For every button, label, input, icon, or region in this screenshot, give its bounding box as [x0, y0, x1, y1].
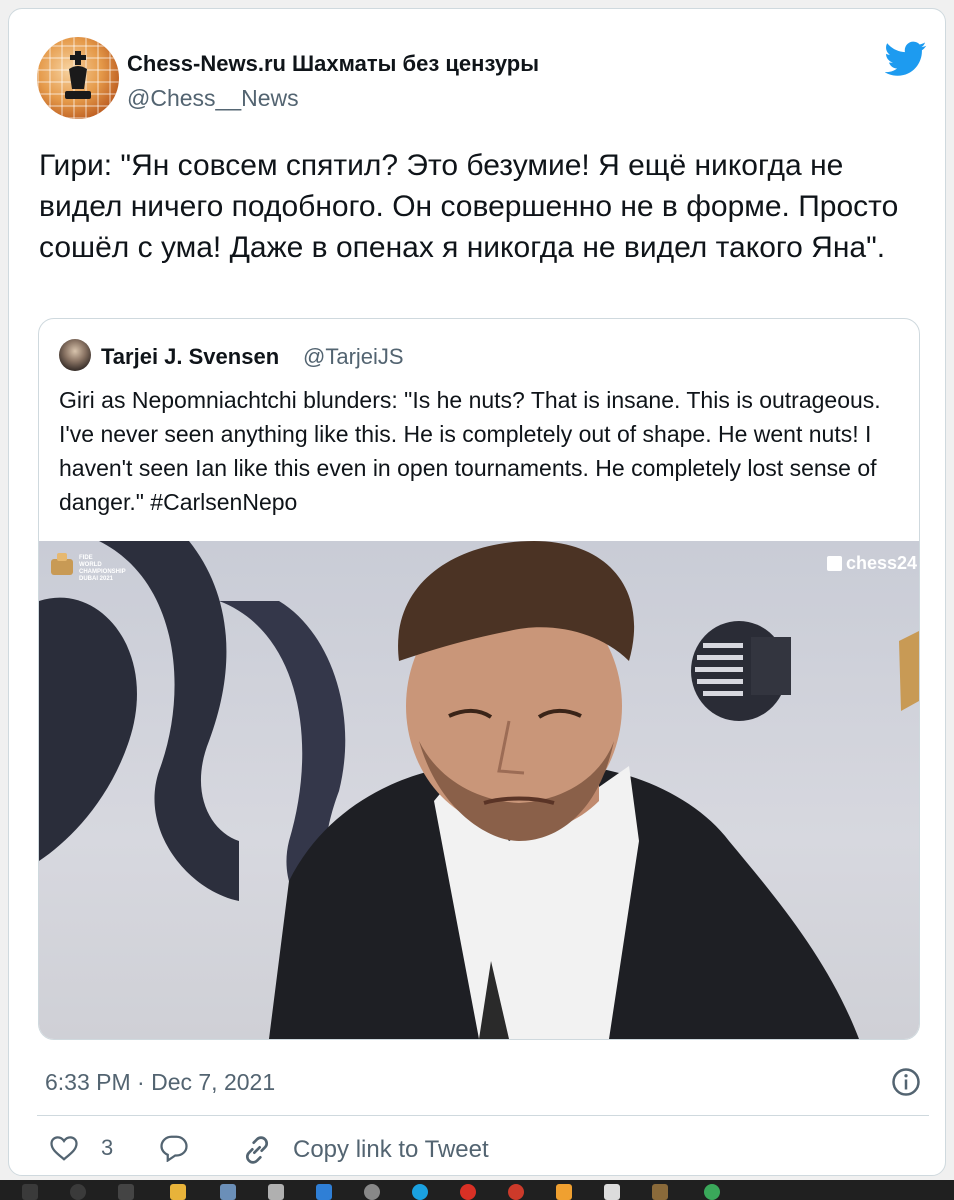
app-icon[interactable]	[220, 1184, 236, 1200]
author-handle[interactable]: @Chess__News	[127, 85, 299, 112]
chess-king-icon	[65, 51, 91, 99]
os-taskbar	[0, 1180, 954, 1200]
hashtag-link[interactable]: #CarlsenNepo	[150, 489, 297, 515]
start-icon[interactable]	[22, 1184, 38, 1200]
folder-icon[interactable]	[170, 1184, 186, 1200]
author-avatar[interactable]	[37, 37, 119, 119]
app-icon[interactable]	[460, 1184, 476, 1200]
app-icon[interactable]	[316, 1184, 332, 1200]
app-icon[interactable]	[508, 1184, 524, 1200]
task-view-icon[interactable]	[118, 1184, 134, 1200]
fide-logo-line: CHAMPIONSHIP	[79, 569, 126, 575]
tweet-card: Chess-News.ru Шахматы без цензуры @Chess…	[8, 8, 946, 1176]
tweet-text: Гири: "Ян совсем спятил? Это безумие! Я …	[39, 149, 899, 264]
quoted-tweet-text: Giri as Nepomniachtchi blunders: "Is he …	[59, 383, 899, 519]
app-icon[interactable]	[704, 1184, 720, 1200]
quoted-author-avatar[interactable]	[59, 339, 91, 371]
app-icon[interactable]	[604, 1184, 620, 1200]
speech-bubble-icon	[160, 1135, 188, 1162]
app-icon[interactable]	[268, 1184, 284, 1200]
fide-logo-text: FIDE WORLD CHAMPIONSHIP DUBAI 2021	[79, 555, 126, 583]
link-icon	[245, 1136, 269, 1164]
quoted-author-handle[interactable]: @TarjeiJS	[303, 344, 404, 370]
app-icon[interactable]	[556, 1184, 572, 1200]
heart-icon	[50, 1136, 78, 1161]
quoted-author-name[interactable]: Tarjei J. Svensen	[101, 344, 279, 370]
app-icon[interactable]	[364, 1184, 380, 1200]
twitter-bird-icon[interactable]	[885, 41, 927, 77]
copy-link-label: Copy link to Tweet	[293, 1136, 489, 1163]
reply-button[interactable]	[159, 1134, 189, 1162]
copy-link-button[interactable]: Copy link to Tweet	[241, 1134, 489, 1166]
chess24-logo-icon	[827, 556, 842, 571]
like-count: 3	[101, 1135, 114, 1160]
quoted-tweet[interactable]: Tarjei J. Svensen @TarjeiJS Giri as Nepo…	[38, 318, 920, 1040]
fide-logo-line: DUBAI 2021	[79, 576, 114, 582]
chess24-watermark: chess24	[827, 553, 917, 574]
tweet-timestamp[interactable]: 6:33 PM · Dec 7, 2021	[45, 1069, 275, 1096]
like-button[interactable]: 3	[49, 1134, 113, 1162]
author-name[interactable]: Chess-News.ru Шахматы без цензуры	[127, 51, 539, 77]
app-icon[interactable]	[652, 1184, 668, 1200]
quoted-media-image[interactable]: FIDE WORLD CHAMPIONSHIP DUBAI 2021 chess…	[39, 541, 919, 1039]
chess24-watermark-text: chess24	[846, 553, 918, 573]
search-icon[interactable]	[70, 1184, 86, 1200]
fide-logo-icon	[51, 553, 73, 575]
divider	[37, 1115, 929, 1116]
fide-logo-line: WORLD	[79, 562, 102, 568]
fide-logo-line: FIDE	[79, 555, 93, 561]
info-icon[interactable]	[891, 1067, 921, 1097]
browser-icon[interactable]	[412, 1184, 428, 1200]
photo-scene	[39, 541, 919, 1039]
